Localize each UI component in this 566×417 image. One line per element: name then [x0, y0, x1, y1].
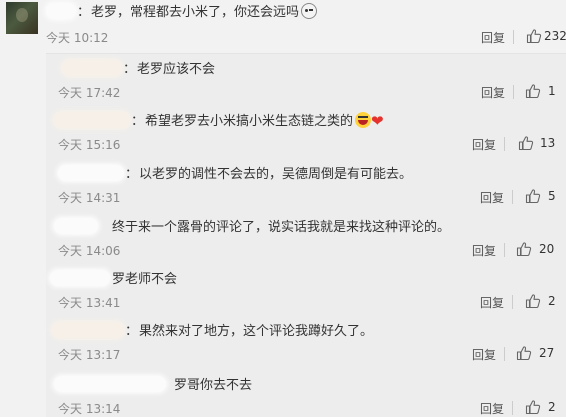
like-count: 2 [548, 294, 556, 308]
reply-item: ：以老罗的调性不会去的，吴德周倒是有可能去。 今天 14:31 回复 5 [46, 159, 566, 211]
reply-button[interactable]: 回复 [481, 29, 505, 46]
blurred-username[interactable] [54, 218, 98, 234]
reply-button[interactable]: 回复 [480, 294, 504, 311]
reply-button[interactable]: 回复 [481, 84, 505, 101]
divider [504, 137, 505, 151]
thumbs-up-icon[interactable] [526, 28, 542, 44]
main-comment: ：老罗，常程都去小米了，你还会远吗 今天 10:12 回复 232 [0, 0, 566, 48]
reply-button[interactable]: 回复 [472, 242, 496, 259]
reply-text: 罗哥你去不去 [174, 378, 253, 393]
reply-time: 今天 15:16 [58, 138, 121, 152]
divider [512, 401, 513, 415]
comment-text: 老罗，常程都去小米了，你还会远吗 [91, 5, 300, 20]
blurred-username[interactable] [54, 112, 130, 128]
thumbs-up-icon[interactable] [518, 135, 534, 151]
wink-emoji-icon [301, 3, 318, 19]
like-count: 1 [548, 84, 556, 98]
reply-item: ：希望老罗去小米搞小米生态链之类的 ❤ 今天 15:16 回复 13 [46, 106, 566, 158]
reply-item: 罗老师不会 今天 13:41 回复 2 [46, 264, 566, 316]
divider [513, 85, 514, 99]
reply-item: ：老罗应该不会 今天 17:42 回复 1 [46, 54, 566, 106]
thumbs-up-icon[interactable] [516, 241, 532, 257]
like-count: 27 [539, 346, 555, 360]
reply-text: 终于来一个露骨的评论了，说实话我就是来找这种评论的。 [112, 220, 451, 235]
thumbs-up-icon[interactable] [525, 83, 541, 99]
divider [504, 347, 505, 361]
reply-text: 以老罗的调性不会去的，吴德周倒是有可能去。 [139, 167, 413, 182]
reply-text: 果然来对了地方，这个评论我蹲好久了。 [139, 324, 374, 339]
reply-content: ：以老罗的调性不会去的，吴德周倒是有可能去。 [48, 165, 412, 184]
reply-text: 希望老罗去小米搞小米生态链之类的 [145, 114, 354, 129]
like-count: 13 [540, 136, 556, 150]
reply-button[interactable]: 回复 [480, 189, 504, 206]
blurred-username[interactable] [52, 322, 124, 338]
name-separator: ： [77, 5, 91, 20]
like-count: 20 [539, 242, 555, 256]
reply-button[interactable]: 回复 [472, 136, 496, 153]
reply-content: 罗哥你去不去 [48, 376, 252, 395]
thumbs-up-icon[interactable] [525, 293, 541, 309]
blurred-username[interactable] [50, 270, 110, 286]
reply-item: 罗哥你去不去 今天 13:14 回复 2 [46, 370, 566, 417]
divider [512, 295, 513, 309]
like-count: 5 [548, 189, 556, 203]
reply-content: ：果然来对了地方，这个评论我蹲好久了。 [48, 322, 373, 341]
like-count: 2 [548, 400, 556, 414]
reply-content: ：老罗应该不会 [48, 60, 215, 79]
reply-time: 今天 13:14 [58, 402, 121, 416]
blurred-username[interactable] [62, 60, 122, 76]
thumbs-up-icon[interactable] [525, 188, 541, 204]
divider [504, 243, 505, 257]
reply-time: 今天 13:41 [58, 296, 121, 310]
reply-button[interactable]: 回复 [480, 400, 504, 417]
blurred-username[interactable] [58, 165, 124, 181]
reply-list: ：老罗应该不会 今天 17:42 回复 1 ：希望老罗去小米搞小米生态链之类的 ❤… [46, 53, 566, 417]
blurred-username[interactable] [54, 376, 166, 392]
reply-text: 罗老师不会 [112, 272, 178, 287]
reply-content: ：希望老罗去小米搞小米生态链之类的 ❤ [48, 112, 384, 131]
reply-time: 今天 14:06 [58, 244, 121, 258]
avatar[interactable] [6, 2, 38, 34]
comment-content: ：老罗，常程都去小米了，你还会远吗 [46, 3, 318, 22]
reply-time: 今天 13:17 [58, 348, 121, 362]
reply-time: 今天 17:42 [58, 86, 121, 100]
blurred-username[interactable] [46, 3, 76, 19]
reply-content: 罗老师不会 [48, 270, 177, 289]
reply-content: 终于来一个露骨的评论了，说实话我就是来找这种评论的。 [48, 218, 450, 237]
comment-time: 今天 10:12 [46, 31, 109, 45]
heart-icon: ❤ [371, 112, 384, 130]
divider [513, 30, 514, 44]
divider [512, 190, 513, 204]
thumbs-up-icon[interactable] [516, 345, 532, 361]
reply-time: 今天 14:31 [58, 191, 121, 205]
reply-item: 终于来一个露骨的评论了，说实话我就是来找这种评论的。 今天 14:06 回复 2… [46, 212, 566, 264]
thumbs-up-icon[interactable] [525, 399, 541, 415]
reply-text: 老罗应该不会 [137, 62, 216, 77]
laughing-emoji-icon [355, 112, 372, 128]
like-count: 232 [544, 29, 566, 43]
reply-item: ：果然来对了地方，这个评论我蹲好久了。 今天 13:17 回复 27 [46, 316, 566, 368]
reply-button[interactable]: 回复 [472, 346, 496, 363]
